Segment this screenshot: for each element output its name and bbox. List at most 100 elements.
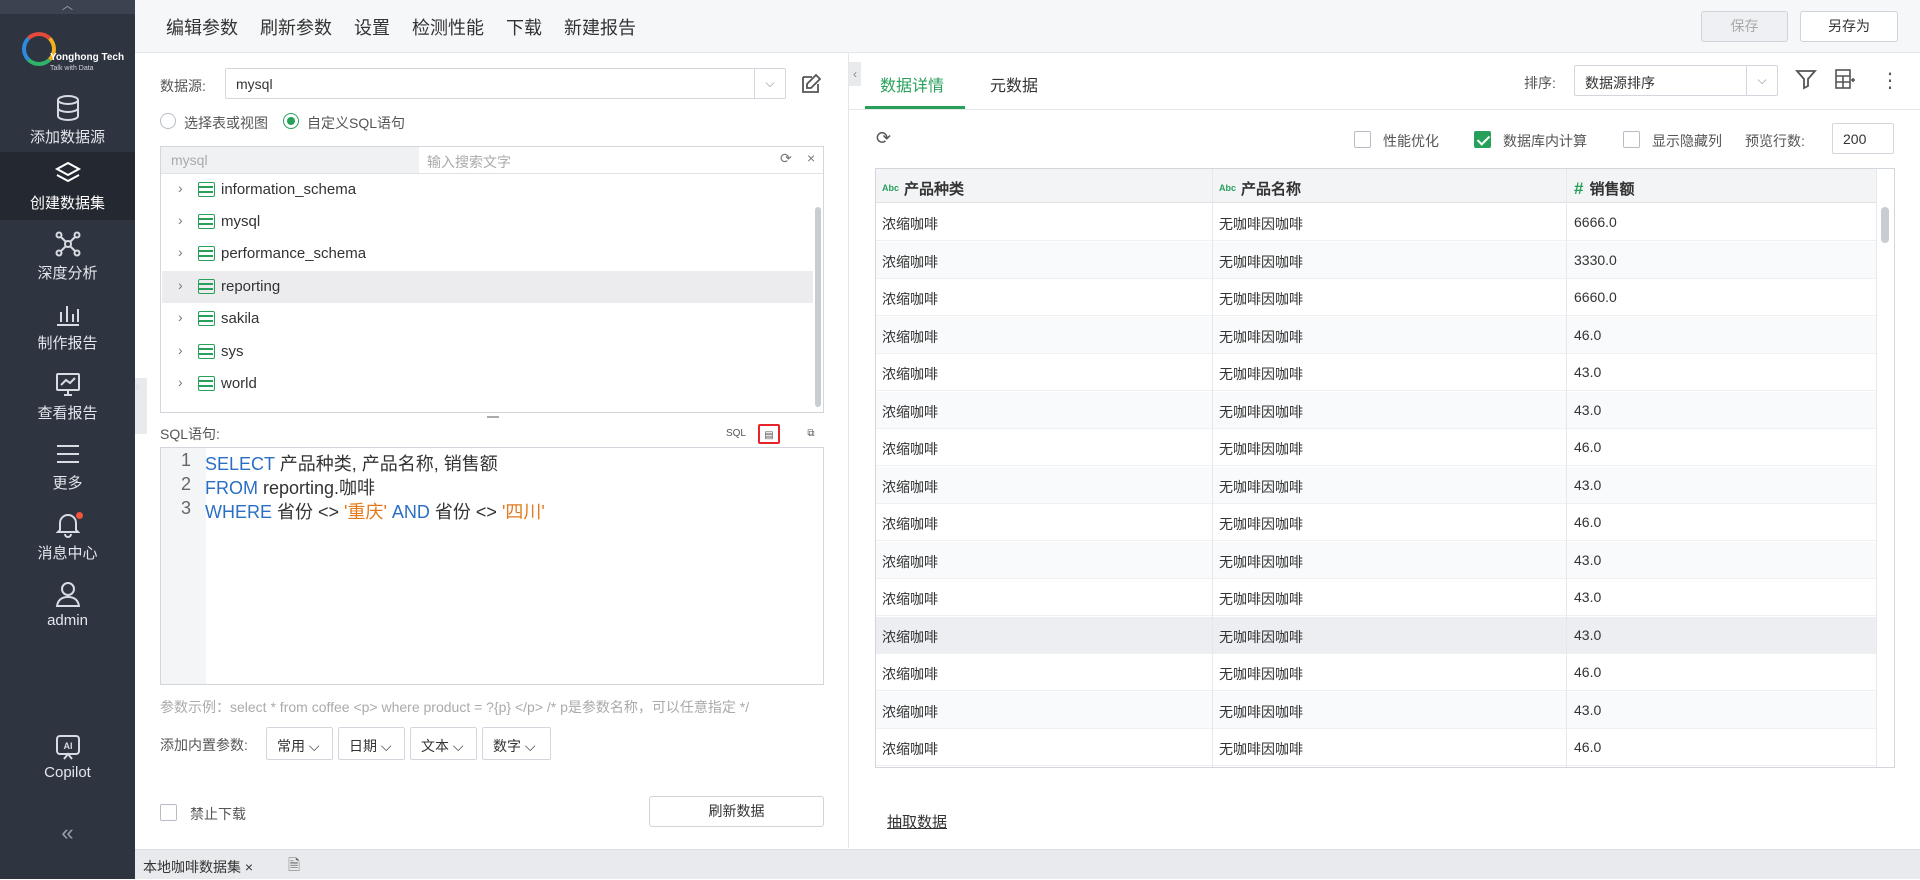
- disable-download-label: 禁止下载: [190, 806, 246, 822]
- menu-new-report[interactable]: 新建报告: [564, 14, 636, 40]
- table-row[interactable]: 浓缩咖啡 无咖啡因咖啡 46.0: [876, 654, 1876, 691]
- refresh-icon[interactable]: ⟳: [780, 150, 792, 167]
- collapse-nav-icon[interactable]: «: [0, 820, 135, 846]
- table-row[interactable]: 浓缩咖啡 无咖啡因咖啡 43.0: [876, 691, 1876, 729]
- chevron-right-icon[interactable]: ›: [178, 374, 183, 390]
- tree-item[interactable]: › sys: [162, 336, 813, 368]
- tree-scrollbar[interactable]: [815, 207, 821, 407]
- param-dropdown-date[interactable]: 日期 ⌵: [338, 727, 405, 760]
- sort-label: 排序:: [1524, 75, 1556, 91]
- column-separator[interactable]: [1566, 169, 1567, 767]
- show-hidden-checkbox[interactable]: [1623, 131, 1640, 148]
- grid-scrollbar[interactable]: [1881, 207, 1889, 243]
- nav-item-user[interactable]: admin: [0, 572, 135, 640]
- menu-settings[interactable]: 设置: [354, 14, 390, 40]
- table-row[interactable]: 浓缩咖啡 无咖啡因咖啡 43.0: [876, 541, 1876, 579]
- table-row[interactable]: 浓缩咖啡 无咖啡因咖啡 43.0: [876, 579, 1876, 616]
- menu-download[interactable]: 下载: [506, 14, 542, 40]
- nav-item-view-report[interactable]: 查看报告: [0, 362, 135, 430]
- nav-item-more[interactable]: 更多: [0, 432, 135, 500]
- resize-handle[interactable]: [487, 416, 499, 418]
- table-row[interactable]: 浓缩咖啡 无咖啡因咖啡 43.0: [876, 354, 1876, 391]
- nav-item-add-datasource[interactable]: 添加数据源: [0, 86, 135, 154]
- close-icon[interactable]: ×: [245, 859, 253, 875]
- nav-item-message-center[interactable]: 消息中心: [0, 502, 135, 570]
- collapse-left-panel-icon[interactable]: ‹: [849, 62, 861, 86]
- chevron-down-icon[interactable]: ⌵: [754, 69, 785, 98]
- column-settings-icon[interactable]: [1834, 68, 1856, 90]
- save-button[interactable]: 保存: [1701, 11, 1788, 42]
- disable-download-checkbox[interactable]: [160, 804, 177, 821]
- more-vertical-icon[interactable]: ⋮: [1880, 68, 1900, 93]
- chevron-right-icon[interactable]: ›: [178, 342, 183, 358]
- export-file-icon[interactable]: 🗎: [288, 855, 300, 880]
- panel-toggle-handle[interactable]: ›: [135, 378, 147, 434]
- table-cell: 3330.0: [1574, 251, 1617, 268]
- param-dropdown-number[interactable]: 数字 ⌵: [482, 727, 551, 760]
- tree-db-field[interactable]: mysql: [161, 147, 419, 173]
- radio-select-table-label[interactable]: 选择表或视图: [184, 113, 268, 133]
- chevron-down-icon[interactable]: ⌵: [1746, 66, 1777, 95]
- chevron-right-icon[interactable]: ›: [178, 309, 183, 325]
- tree-item-selected[interactable]: › reporting: [162, 271, 813, 303]
- column-header[interactable]: Abc 产品种类: [882, 178, 964, 199]
- radio-custom-sql[interactable]: [283, 113, 299, 129]
- tree-item[interactable]: › performance_schema: [162, 238, 813, 270]
- tree-item[interactable]: › information_schema: [162, 174, 813, 206]
- datasource-select[interactable]: mysql ⌵: [225, 68, 786, 99]
- save-as-button[interactable]: 另存为: [1800, 11, 1898, 42]
- table-row[interactable]: 浓缩咖啡 无咖啡因咖啡 43.0: [876, 466, 1876, 504]
- table-row[interactable]: 浓缩咖啡 无咖啡因咖啡 3330.0: [876, 241, 1876, 279]
- menu-refresh-params[interactable]: 刷新参数: [260, 14, 332, 40]
- chevron-right-icon[interactable]: ›: [178, 277, 183, 293]
- sort-select[interactable]: 数据源排序 ⌵: [1574, 65, 1778, 96]
- comment-toggle-icon[interactable]: ▤: [758, 424, 780, 444]
- table-row[interactable]: 浓缩咖啡 无咖啡因咖啡 6660.0: [876, 279, 1876, 316]
- column-separator[interactable]: [1212, 169, 1213, 767]
- table-row[interactable]: 浓缩咖啡 无咖啡因咖啡 43.0: [876, 616, 1876, 654]
- tree-search-input[interactable]: 输入搜索文字: [427, 152, 511, 172]
- chevron-right-icon[interactable]: ›: [178, 212, 183, 228]
- panel-divider[interactable]: [848, 53, 849, 848]
- menu-edit-params[interactable]: 编辑参数: [166, 14, 238, 40]
- sql-editor[interactable]: 1 SELECT 产品种类, 产品名称, 销售额 2 FROM reportin…: [160, 447, 824, 685]
- nav-item-create-dataset[interactable]: 创建数据集: [0, 152, 135, 220]
- tree-item[interactable]: › sakila: [162, 303, 813, 335]
- nav-item-make-report[interactable]: 制作报告: [0, 292, 135, 360]
- tree-item[interactable]: › world: [162, 368, 813, 400]
- table-row[interactable]: 浓缩咖啡 无咖啡因咖啡 46.0: [876, 429, 1876, 466]
- column-header[interactable]: # 销售额: [1574, 178, 1634, 199]
- sql-format-icon[interactable]: SQL: [725, 424, 747, 444]
- extract-data-link[interactable]: 抽取数据: [887, 811, 947, 832]
- edit-datasource-icon[interactable]: [799, 72, 823, 96]
- perf-opt-checkbox[interactable]: [1354, 131, 1371, 148]
- refresh-data-button[interactable]: 刷新数据: [649, 796, 824, 827]
- db-compute-checkbox[interactable]: [1474, 131, 1491, 148]
- refresh-icon[interactable]: ⟳: [876, 128, 891, 149]
- filter-icon[interactable]: [1795, 68, 1817, 90]
- radio-select-table[interactable]: [160, 113, 176, 129]
- table-row[interactable]: 浓缩咖啡 无咖啡因咖啡 46.0: [876, 504, 1876, 541]
- radio-custom-sql-label[interactable]: 自定义SQL语句: [307, 113, 405, 133]
- tree-item[interactable]: › mysql: [162, 206, 813, 238]
- menu-check-performance[interactable]: 检测性能: [412, 14, 484, 40]
- nav-item-deep-analysis[interactable]: 深度分析: [0, 222, 135, 290]
- tab-metadata[interactable]: 元数据: [990, 72, 1038, 96]
- preview-rows-input[interactable]: 200: [1832, 123, 1894, 154]
- tab-data-detail[interactable]: 数据详情: [880, 72, 944, 96]
- column-header[interactable]: Abc 产品名称: [1219, 178, 1301, 199]
- tree-item-label: sakila: [221, 310, 260, 327]
- param-dropdown-text[interactable]: 文本 ⌵: [410, 727, 477, 760]
- chevron-right-icon[interactable]: ›: [178, 180, 183, 196]
- param-dropdown-common[interactable]: 常用 ⌵: [266, 727, 333, 760]
- scroll-up-icon[interactable]: ︿: [0, 0, 135, 14]
- nav-item-copilot[interactable]: AI Copilot: [0, 724, 135, 792]
- table-row[interactable]: 浓缩咖啡 无咖啡因咖啡 46.0: [876, 729, 1876, 766]
- chevron-right-icon[interactable]: ›: [178, 244, 183, 260]
- replace-icon[interactable]: ⧉: [800, 424, 822, 444]
- dataset-tab[interactable]: 本地咖啡数据集 ×: [143, 857, 253, 877]
- table-row[interactable]: 浓缩咖啡 无咖啡因咖啡 43.0: [876, 391, 1876, 429]
- table-row[interactable]: 浓缩咖啡 无咖啡因咖啡 6666.0: [876, 204, 1876, 241]
- close-icon[interactable]: ×: [807, 150, 815, 166]
- table-row[interactable]: 浓缩咖啡 无咖啡因咖啡 46.0: [876, 316, 1876, 354]
